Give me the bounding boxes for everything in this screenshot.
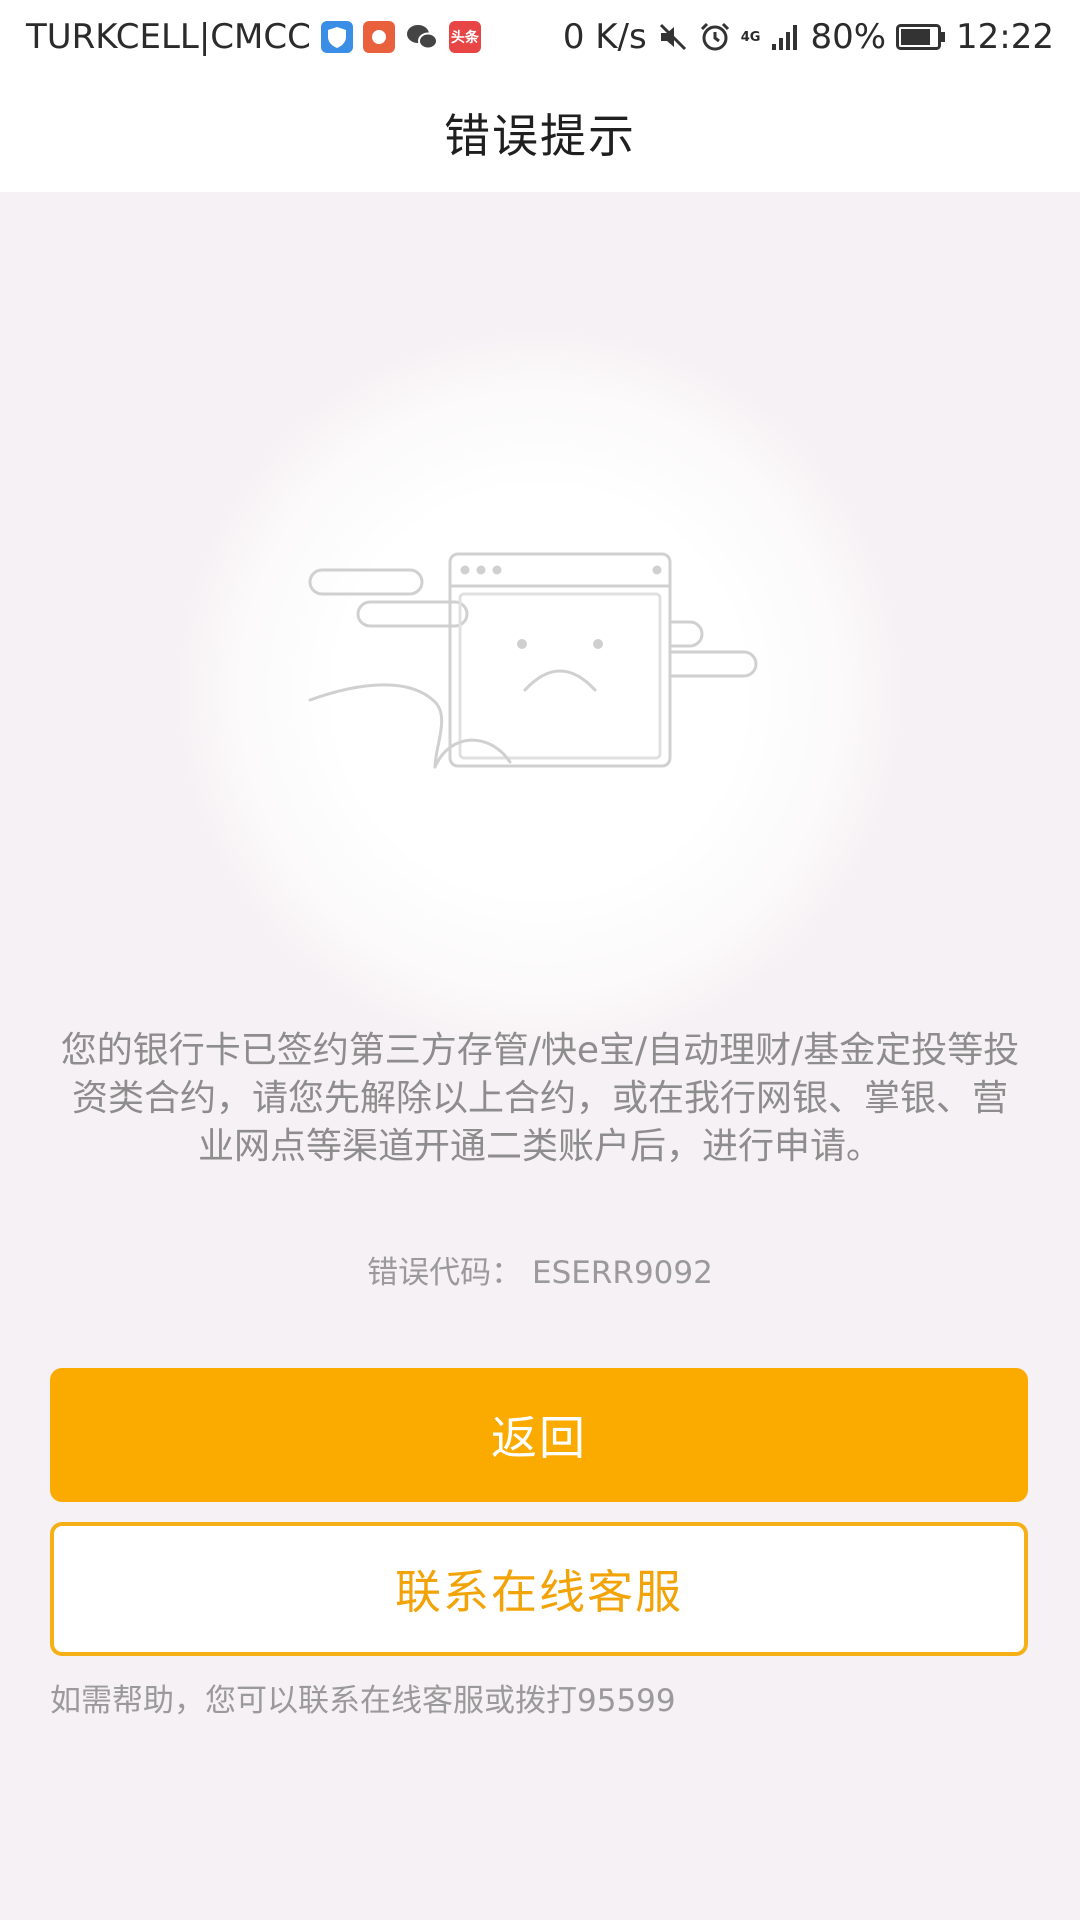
- clock-label: 12:22: [956, 17, 1054, 57]
- toutiao-icon: 头条: [448, 21, 481, 53]
- page-header: 错误提示: [0, 74, 1080, 192]
- status-bar: TURKCELL|CMCC 头条 0 K/s 4G 80% 12:22: [0, 0, 1080, 74]
- network-type-label: 4G: [740, 29, 761, 45]
- alarm-icon: [699, 21, 731, 53]
- app-notification-icon: [362, 21, 395, 53]
- carrier-label: TURKCELL|CMCC: [26, 17, 311, 57]
- page-title: 错误提示: [444, 109, 636, 163]
- help-text: 如需帮助，您可以联系在线客服或拨打95599: [50, 1683, 676, 1719]
- signal-icon: [770, 22, 800, 52]
- battery-percent-label: 80%: [810, 17, 887, 57]
- wechat-icon: [405, 21, 439, 53]
- error-content: 您的银行卡已签约第三方存管/快e宝/自动理财/基金定投等投资类合约，请您先解除以…: [0, 192, 1080, 1920]
- error-code-value: ESERR9092: [532, 1255, 713, 1291]
- mute-icon: [657, 21, 689, 53]
- back-button[interactable]: 返回: [50, 1368, 1028, 1502]
- shield-icon: [320, 21, 353, 53]
- error-code-label: 错误代码：: [367, 1255, 523, 1291]
- status-bar-right: 0 K/s 4G 80% 12:22: [563, 17, 1054, 57]
- status-bar-left: TURKCELL|CMCC 头条: [26, 17, 481, 57]
- battery-icon: [896, 24, 946, 50]
- error-code: 错误代码： ESERR9092: [0, 1247, 1080, 1292]
- error-message: 您的银行卡已签约第三方存管/快e宝/自动理财/基金定投等投资类合约，请您先解除以…: [60, 1030, 1020, 1167]
- contact-support-button[interactable]: 联系在线客服: [50, 1522, 1028, 1656]
- net-speed-label: 0 K/s: [562, 17, 647, 57]
- sad-browser-illustration: [308, 552, 758, 769]
